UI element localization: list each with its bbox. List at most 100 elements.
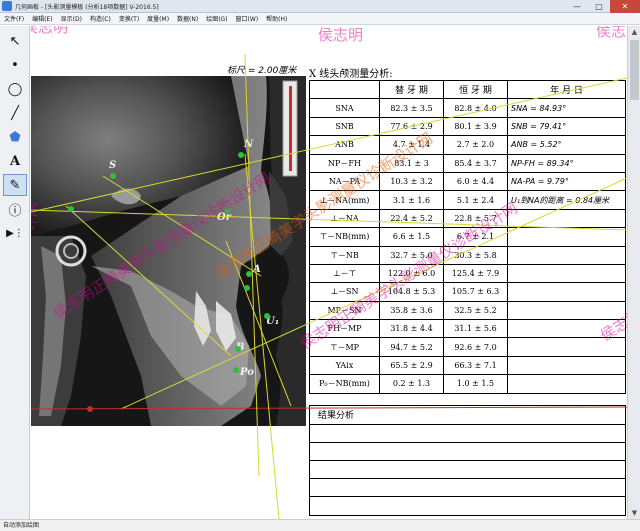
row-mixed-value: 6.6 ± 1.5 (379, 227, 444, 247)
table-header-row: 替 牙 期 恒 牙 期 年 月 日 (309, 79, 626, 100)
row-item-name: ⊤－MP (309, 337, 380, 357)
row-permanent-value: 2.7 ± 2.0 (443, 135, 508, 155)
row-permanent-value: 31.1 ± 5.6 (443, 319, 508, 339)
vertical-scrollbar[interactable]: ▲ ▼ (627, 26, 640, 519)
row-measured-value (507, 300, 626, 321)
row-item-name: SNB (309, 116, 380, 137)
row-item-name: NP－FH (309, 153, 380, 173)
row-permanent-value: 5.1 ± 2.4 (443, 190, 508, 210)
landmark-n-label: N (244, 139, 254, 150)
row-measured-value: U₁到NA的距离 = 0.84厘米 (507, 190, 626, 210)
row-measured-value: SNB = 79.41° (507, 116, 626, 137)
header-mixed-dentition: 替 牙 期 (379, 79, 444, 100)
row-measured-value (507, 355, 626, 376)
menu-data[interactable]: 数据(N) (177, 14, 198, 23)
row-permanent-value: 80.1 ± 3.9 (443, 116, 508, 137)
table-row: SNB 77.6 ± 2.9 80.1 ± 3.9 SNB = 79.41° (309, 116, 626, 137)
table-row: ⊥－SN 104.8 ± 5.3 105.7 ± 6.3 (309, 282, 626, 302)
row-item-name: FH－MP (309, 319, 380, 339)
row-mixed-value: 65.5 ± 2.9 (379, 355, 444, 376)
scroll-down-icon[interactable]: ▼ (628, 507, 640, 519)
table-row: ANB 4.7 ± 1.4 2.7 ± 2.0 ANB = 5.52° (309, 135, 626, 155)
table-row: ⊤－MP 94.7 ± 5.2 92.6 ± 7.0 (309, 337, 626, 357)
row-permanent-value: 66.3 ± 7.1 (443, 355, 508, 376)
row-permanent-value: 1.0 ± 1.5 (443, 374, 508, 394)
row-measured-value: SNA = 84.93° (507, 98, 626, 118)
row-mixed-value: 104.8 ± 5.3 (379, 282, 444, 302)
menu-display[interactable]: 显示(D) (61, 14, 82, 23)
row-item-name: ⊥－NA (309, 208, 380, 229)
row-measured-value (507, 208, 626, 229)
row-mixed-value: 3.1 ± 1.6 (379, 190, 444, 210)
compass-icon[interactable]: ◯ (3, 78, 27, 100)
row-permanent-value: 6.0 ± 4.4 (443, 171, 508, 192)
row-permanent-value: 22.8 ± 5.7 (443, 208, 508, 229)
header-permanent-dentition: 恒 牙 期 (443, 79, 508, 100)
scroll-up-icon[interactable]: ▲ (628, 26, 640, 38)
row-mixed-value: 122.0 ± 6.0 (379, 263, 444, 284)
row-mixed-value: 82.3 ± 3.5 (379, 98, 444, 118)
row-mixed-value: 10.3 ± 3.2 (379, 171, 444, 192)
status-bar: 自动添加绘图 (0, 519, 640, 531)
summary-rule (310, 478, 625, 479)
row-item-name: ⊥－NA(mm) (309, 190, 380, 210)
row-measured-value (507, 337, 626, 357)
menu-edit[interactable]: 编辑(E) (32, 14, 52, 23)
menu-window[interactable]: 窗口(W) (236, 14, 259, 23)
measurement-table: 替 牙 期 恒 牙 期 年 月 日 SNA 82.3 ± 3.5 82.8 ± 4.… (309, 79, 626, 394)
marker-icon[interactable]: ✎ (3, 174, 27, 196)
menu-graph[interactable]: 绘图(G) (206, 14, 227, 23)
table-row: ⊤－NB 32.7 ± 5.0 30.3 ± 5.8 (309, 245, 626, 265)
menu-construct[interactable]: 构造(C) (90, 14, 111, 23)
menu-file[interactable]: 文件(F) (4, 14, 24, 23)
text-icon[interactable]: A (3, 150, 27, 172)
row-mixed-value: 22.4 ± 5.2 (379, 208, 444, 229)
row-measured-value (507, 319, 626, 339)
row-permanent-value: 92.6 ± 7.0 (443, 337, 508, 357)
row-item-name: YAix (309, 355, 380, 376)
row-measured-value (507, 263, 626, 284)
table-row: NA－PA 10.3 ± 3.2 6.0 ± 4.4 NA-PA = 9.79° (309, 171, 626, 192)
summary-rule (310, 442, 625, 443)
table-row: ⊥－⊤ 122.0 ± 6.0 125.4 ± 7.9 (309, 263, 626, 284)
menu-help[interactable]: 帮助(H) (266, 14, 287, 23)
menu-transform[interactable]: 变换(T) (119, 14, 139, 23)
row-item-name: P₀－NB(mm) (309, 374, 380, 394)
table-row: P₀－NB(mm) 0.2 ± 1.3 1.0 ± 1.5 (309, 374, 626, 394)
row-measured-value (507, 374, 626, 394)
summary-rule (310, 460, 625, 461)
minimize-button[interactable]: — (566, 0, 588, 13)
app-icon (2, 1, 12, 11)
row-permanent-value: 105.7 ± 6.3 (443, 282, 508, 302)
result-analysis-box: 结果分析 (309, 405, 626, 516)
row-item-name: NA－PA (309, 171, 380, 192)
row-mixed-value: 35.8 ± 3.6 (379, 300, 444, 321)
row-mixed-value: 94.7 ± 5.2 (379, 337, 444, 357)
polygon-icon[interactable]: ⬟ (3, 126, 27, 148)
line-icon[interactable]: ╱ (3, 102, 27, 124)
row-measured-value: ANB = 5.52° (507, 135, 626, 155)
scale-label: 标尺 = 2.00厘米 (227, 66, 297, 76)
maximize-button[interactable]: □ (588, 0, 610, 13)
title-bar: 几何画板 - [头影测量模板 (分析18项数据] V-2016.5] — □ ✕ (0, 0, 640, 13)
row-mixed-value: 0.2 ± 1.3 (379, 374, 444, 394)
table-row: SNA 82.3 ± 3.5 82.8 ± 4.0 SNA = 84.93° (309, 98, 626, 118)
watermark: 侯志明 (31, 26, 69, 36)
row-measured-value (507, 282, 626, 302)
close-button[interactable]: ✕ (610, 0, 640, 13)
row-item-name: ⊤－NB (309, 245, 380, 265)
sketch-canvas[interactable]: S N Or A U₁ B Po 标尺 = 2.00厘米 X 线头颅测量分析: … (31, 26, 627, 519)
table-row: ⊥－NA 22.4 ± 5.2 22.8 ± 5.7 (309, 208, 626, 229)
table-row: ⊤－NB(mm) 6.6 ± 1.5 6.7 ± 2.1 (309, 227, 626, 247)
row-item-name: ⊥－⊤ (309, 263, 380, 284)
custom-tool-icon[interactable]: ▶⋮ (3, 222, 27, 244)
point-icon[interactable]: • (3, 54, 27, 76)
row-permanent-value: 82.8 ± 4.0 (443, 98, 508, 118)
watermark: 侯志明 (596, 26, 627, 40)
row-permanent-value: 6.7 ± 2.1 (443, 227, 508, 247)
menu-measure[interactable]: 度量(M) (147, 14, 169, 23)
scroll-thumb[interactable] (630, 40, 639, 100)
arrow-select-icon[interactable]: ↖ (3, 30, 27, 52)
info-icon[interactable]: ⓘ (3, 198, 27, 220)
row-mixed-value: 31.8 ± 4.4 (379, 319, 444, 339)
